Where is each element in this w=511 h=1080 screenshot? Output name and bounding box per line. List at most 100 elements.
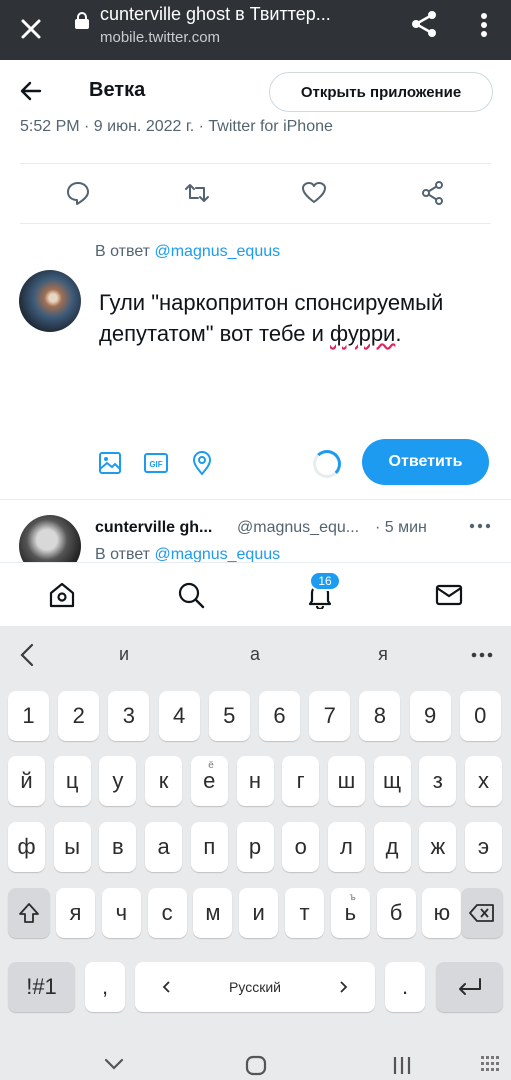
reply-handle-link[interactable]: @magnus_equus	[154, 243, 280, 260]
location-icon[interactable]	[189, 450, 215, 476]
key-letter[interactable]: с	[147, 888, 187, 938]
key-letter[interactable]: щ	[373, 756, 411, 806]
space-key[interactable]: Русский	[135, 962, 375, 1012]
key-letter[interactable]: з	[419, 756, 457, 806]
more-vertical-icon[interactable]	[474, 10, 494, 40]
key-letter[interactable]: ю	[422, 888, 462, 938]
key-letter[interactable]: ц	[53, 756, 91, 806]
key-8[interactable]: 8	[359, 691, 401, 741]
key-letter[interactable]: х	[465, 756, 502, 806]
key-letter[interactable]: в	[99, 822, 137, 872]
key-letter[interactable]: ч	[101, 888, 141, 938]
key-7[interactable]: 7	[309, 691, 351, 741]
reply-icon[interactable]	[65, 180, 91, 206]
period-key[interactable]: .	[385, 962, 425, 1012]
more-horizontal-icon[interactable]	[470, 650, 494, 660]
share-icon[interactable]	[408, 8, 440, 40]
retweet-icon[interactable]	[184, 180, 210, 206]
enter-key[interactable]	[436, 962, 503, 1012]
home-icon[interactable]	[48, 581, 76, 609]
key-letter[interactable]: ы	[53, 822, 91, 872]
key-1[interactable]: 1	[8, 691, 49, 741]
key-letter[interactable]: й	[8, 756, 45, 806]
image-icon[interactable]	[97, 450, 123, 476]
reply-prefix: В ответ	[95, 243, 151, 260]
key-letter[interactable]: п	[190, 822, 228, 872]
suggestion-word[interactable]: а	[240, 644, 270, 665]
key-letter[interactable]: ш	[327, 756, 365, 806]
key-letter[interactable]: б	[376, 888, 416, 938]
browser-url[interactable]: mobile.twitter.com	[100, 29, 220, 46]
key-letter[interactable]: к	[145, 756, 183, 806]
divider	[20, 163, 491, 164]
key-1-label: 1	[22, 703, 35, 728]
reply-text-end: .	[395, 321, 402, 346]
key-6[interactable]: 6	[259, 691, 300, 741]
messages-icon[interactable]	[435, 581, 463, 609]
key-letter[interactable]: у	[99, 756, 137, 806]
key-2[interactable]: 2	[58, 691, 100, 741]
like-icon[interactable]	[301, 180, 327, 206]
key-letter-label: э	[477, 834, 490, 859]
key-0[interactable]: 0	[459, 691, 501, 741]
chevron-left-icon[interactable]	[17, 642, 37, 668]
tweet-actions	[0, 165, 511, 223]
key-9[interactable]: 9	[409, 691, 451, 741]
key-letter[interactable]: я	[56, 888, 95, 938]
key-letter-label: ь	[344, 900, 357, 925]
share-tweet-icon[interactable]	[420, 180, 446, 206]
suggestion-word[interactable]: я	[368, 644, 398, 665]
key-letter-label: а	[157, 834, 170, 859]
key-letter-label: м	[205, 900, 221, 925]
hide-keyboard-icon[interactable]	[102, 1054, 126, 1076]
svg-text:GIF: GIF	[149, 460, 162, 469]
misspelled-word: фурри	[329, 321, 396, 346]
tweet-author-name[interactable]: cunterville gh...	[95, 519, 212, 537]
recent-apps-icon[interactable]	[390, 1054, 414, 1076]
key-letter[interactable]: м	[193, 888, 233, 938]
key-letter[interactable]: э	[465, 822, 502, 872]
key-letter[interactable]: её	[190, 756, 228, 806]
close-icon[interactable]	[16, 14, 46, 44]
enter-icon	[458, 978, 481, 995]
reply-to-line: В ответ @magnus_equus	[95, 243, 280, 261]
key-letter[interactable]: д	[373, 822, 411, 872]
backspace-key[interactable]	[461, 888, 503, 938]
gif-icon[interactable]: GIF	[143, 450, 169, 476]
key-letter[interactable]: р	[236, 822, 274, 872]
key-letter[interactable]: л	[327, 822, 365, 872]
symbols-key[interactable]: !#1	[8, 962, 75, 1012]
keyboard-grid-icon[interactable]	[480, 1054, 500, 1076]
key-letter[interactable]: н	[236, 756, 274, 806]
key-4[interactable]: 4	[158, 691, 200, 741]
key-letter[interactable]: ф	[8, 822, 45, 872]
key-letter[interactable]: а	[145, 822, 183, 872]
open-app-button[interactable]: Открыть приложение	[269, 72, 493, 112]
tweet-meta: 5:52 PM · 9 июн. 2022 г. · Twitter for i…	[20, 118, 333, 135]
key-letter[interactable]: и	[239, 888, 279, 938]
key-letter[interactable]: т	[285, 888, 324, 938]
more-horizontal-icon[interactable]	[468, 518, 492, 534]
cursor-left-icon[interactable]	[161, 980, 173, 994]
home-button-icon[interactable]	[244, 1054, 268, 1076]
back-arrow-icon[interactable]	[18, 78, 44, 104]
comma-key[interactable]: ,	[85, 962, 125, 1012]
cursor-right-icon[interactable]	[337, 980, 349, 994]
reply-textarea[interactable]: Гули "наркопритон спонсируемый депутатом…	[99, 287, 489, 349]
key-letter[interactable]: ж	[419, 822, 457, 872]
key-5[interactable]: 5	[208, 691, 250, 741]
suggestion-word[interactable]: и	[109, 644, 139, 665]
key-letter[interactable]: ьъ	[330, 888, 370, 938]
shift-key[interactable]	[8, 888, 50, 938]
avatar[interactable]	[19, 515, 81, 562]
key-letter[interactable]: о	[282, 822, 320, 872]
key-letter[interactable]: г	[282, 756, 320, 806]
avatar[interactable]	[19, 270, 81, 332]
search-icon[interactable]	[177, 581, 205, 609]
reply-handle-link[interactable]: @magnus_equus	[154, 546, 280, 562]
key-3[interactable]: 3	[108, 691, 150, 741]
reply-button[interactable]: Ответить	[362, 439, 489, 485]
key-letter-label: к	[158, 768, 169, 793]
thread-tweet[interactable]: cunterville gh... @magnus_equ... · 5 мин…	[0, 500, 511, 562]
key-letter-label: ж	[430, 834, 446, 859]
